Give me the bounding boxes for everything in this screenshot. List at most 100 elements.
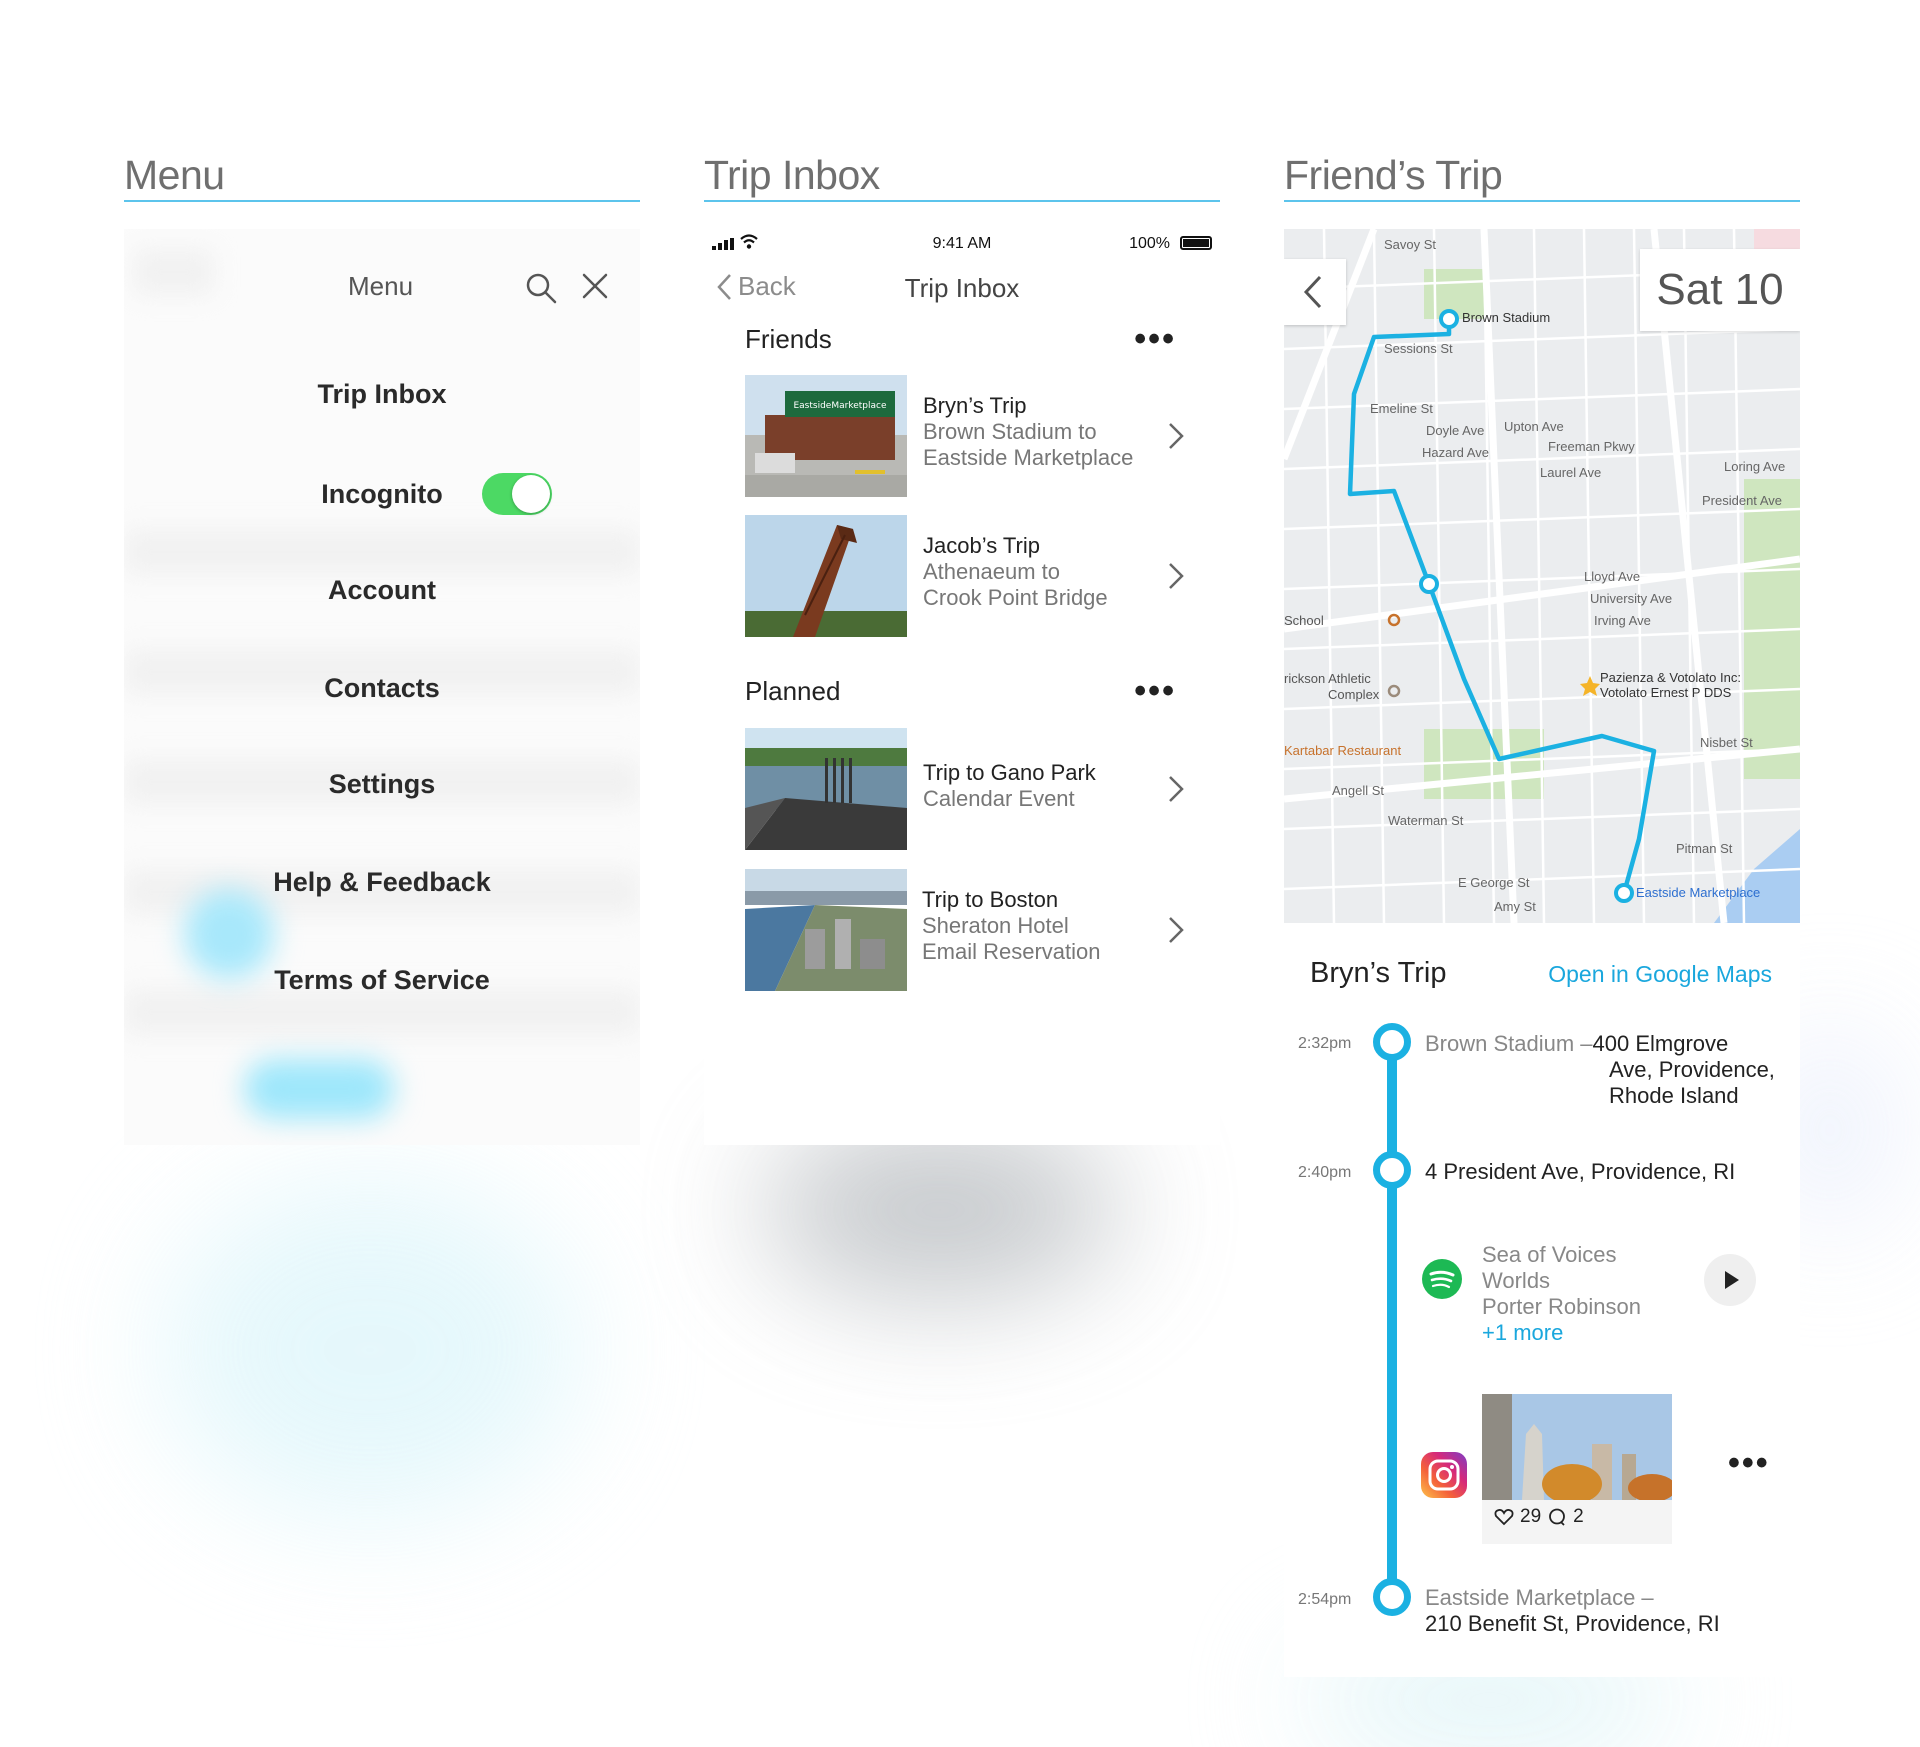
- open-in-google-maps-link[interactable]: Open in Google Maps: [1548, 961, 1772, 988]
- blurred-backdrop: [134, 249, 214, 295]
- thumb-crook-point-bridge: [745, 515, 907, 637]
- timeline-line: [1387, 1046, 1397, 1606]
- column-rule-inbox: [704, 200, 1220, 202]
- stop-place: Brown Stadium –: [1425, 1031, 1593, 1056]
- map-label-poi: School: [1284, 613, 1324, 628]
- stop-time: 2:32pm: [1298, 1035, 1352, 1052]
- thumb-gano-park: [745, 728, 907, 850]
- bg-shadow-mid: [760, 1120, 1120, 1300]
- menu-header-title: Menu: [348, 271, 414, 301]
- map-label-street: Nisbet St: [1700, 735, 1753, 750]
- comment-count: 2: [1573, 1506, 1584, 1527]
- menu-item-terms[interactable]: Terms of Service: [124, 965, 640, 996]
- menu-item-trip-inbox[interactable]: Trip Inbox: [124, 379, 640, 410]
- close-icon[interactable]: [580, 271, 610, 301]
- trip-row-jacob[interactable]: Jacob’s Trip Athenaeum to Crook Point Br…: [745, 515, 1185, 637]
- map-label-street: President Ave: [1702, 493, 1782, 508]
- stop-place: Eastside Marketplace –: [1425, 1585, 1654, 1610]
- map-label-street: University Ave: [1590, 591, 1673, 606]
- map-label-street: Laurel Ave: [1540, 465, 1602, 480]
- toggle-knob: [512, 475, 550, 513]
- map-label-street: Emeline St: [1370, 401, 1433, 416]
- map-label-poi: Complex: [1328, 687, 1380, 702]
- instagram-post-card[interactable]: 29 2: [1482, 1394, 1672, 1544]
- map-label-poi: Votolato Ernest P DDS: [1600, 685, 1732, 700]
- status-bar: 9:41 AM 100%: [704, 229, 1220, 259]
- map-label-street: Loring Ave: [1724, 459, 1786, 474]
- trip-row-gano-park[interactable]: Trip to Gano Park Calendar Event: [745, 728, 1185, 850]
- chevron-right-icon: [1169, 563, 1184, 589]
- trip-row-boston[interactable]: Trip to Boston Sheraton Hotel Email Rese…: [745, 869, 1185, 991]
- like-count: 29: [1520, 1506, 1542, 1527]
- blurred-backdrop: [124, 529, 640, 575]
- trip-title: Trip to Boston: [922, 887, 1059, 912]
- chevron-right-icon: [1169, 423, 1184, 449]
- more-icon[interactable]: •••: [1134, 674, 1176, 708]
- stop-1-text: Brown Stadium –400 Elmgrove Ave, Provide…: [1425, 1031, 1785, 1109]
- map-label-poi: rickson Athletic: [1284, 671, 1371, 686]
- status-battery: 100%: [1129, 235, 1170, 252]
- trip-title: Bryn’s Trip: [923, 393, 1027, 418]
- blurred-button: [244, 1059, 394, 1119]
- heart-icon[interactable]: [1494, 1508, 1514, 1526]
- chevron-right-icon: [1169, 776, 1184, 802]
- stop-time: 2:40pm: [1298, 1164, 1352, 1181]
- stop-address: Ave, Providence,: [1609, 1057, 1775, 1082]
- play-icon: [1725, 1271, 1739, 1289]
- comment-icon[interactable]: [1547, 1507, 1567, 1527]
- trip-map[interactable]: Brown Stadium Eastside Marketplace Pazie…: [1284, 229, 1800, 923]
- map-label-street: Savoy St: [1384, 237, 1437, 252]
- trip-subtitle: Calendar Event: [923, 786, 1075, 811]
- timeline-stop-marker[interactable]: [1373, 1151, 1411, 1189]
- trip-row-bryn[interactable]: EastsideMarketplace Bryn’s Trip Brown St…: [745, 375, 1185, 497]
- trip-subtitle: Crook Point Bridge: [923, 585, 1108, 610]
- instagram-stats: 29 2: [1494, 1506, 1584, 1528]
- menu-item-settings[interactable]: Settings: [124, 769, 640, 800]
- map-label-street: Upton Ave: [1504, 419, 1564, 434]
- chevron-right-icon: [1169, 917, 1184, 943]
- menu-item-contacts[interactable]: Contacts: [124, 673, 640, 704]
- map-back-button[interactable]: [1284, 259, 1346, 325]
- trip-subtitle: Eastside Marketplace: [923, 445, 1134, 470]
- map-label-start: Brown Stadium: [1462, 310, 1551, 325]
- map-label-street: Angell St: [1332, 783, 1385, 798]
- more-songs-link[interactable]: +1 more: [1482, 1320, 1641, 1346]
- map-date: Sat 10: [1640, 249, 1800, 331]
- instagram-photo: [1482, 1394, 1672, 1500]
- stop-address: 400 Elmgrove: [1592, 1031, 1729, 1056]
- map-label-street: Irving Ave: [1594, 613, 1651, 628]
- trip-subtitle: Email Reservation: [922, 939, 1101, 964]
- map-label-street: Amy St: [1494, 899, 1536, 914]
- store-sign-text: EastsideMarketplace: [793, 401, 886, 411]
- song-title: Sea of Voices: [1482, 1242, 1617, 1267]
- song-album: Worlds: [1482, 1268, 1551, 1293]
- incognito-toggle[interactable]: [482, 473, 552, 515]
- search-icon[interactable]: [524, 271, 558, 305]
- timeline-stop-marker[interactable]: [1373, 1578, 1411, 1616]
- stop-3-text: Eastside Marketplace – 210 Benefit St, P…: [1425, 1585, 1720, 1637]
- trip-inbox-panel: 9:41 AM 100% Back Trip Inbox Friends •••…: [704, 229, 1220, 1145]
- menu-panel: Menu Trip Inbox Incognito Account Contac…: [124, 229, 640, 1145]
- spotify-icon: [1422, 1259, 1462, 1299]
- column-rule-menu: [124, 200, 640, 202]
- trip-text-gano-park: Trip to Gano Park Calendar Event: [923, 760, 1096, 812]
- thumb-boston: [745, 869, 907, 991]
- trip-text-bryn: Bryn’s Trip Brown Stadium to Eastside Ma…: [923, 393, 1133, 471]
- map-label-street: Doyle Ave: [1426, 423, 1485, 438]
- play-button[interactable]: [1704, 1254, 1756, 1306]
- map-label-end: Eastside Marketplace: [1636, 885, 1761, 900]
- stop-address: 4 President Ave, Providence, RI: [1425, 1159, 1736, 1184]
- trip-text-boston: Trip to Boston Sheraton Hotel Email Rese…: [922, 887, 1101, 965]
- section-title-friends: Friends: [745, 324, 832, 354]
- trip-title: Bryn’s Trip: [1310, 957, 1447, 989]
- map-label-street: Waterman St: [1388, 813, 1464, 828]
- menu-item-help-feedback[interactable]: Help & Feedback: [124, 867, 640, 898]
- column-title-inbox: Trip Inbox: [704, 152, 880, 198]
- menu-item-incognito: Incognito: [321, 479, 443, 509]
- menu-item-account[interactable]: Account: [124, 575, 640, 606]
- map-graphic: [1284, 229, 1800, 923]
- timeline-stop-marker[interactable]: [1373, 1023, 1411, 1061]
- more-icon[interactable]: •••: [1134, 322, 1176, 356]
- more-icon[interactable]: •••: [1728, 1446, 1770, 1480]
- map-label-poi: Pazienza & Votolato Inc:: [1600, 670, 1741, 685]
